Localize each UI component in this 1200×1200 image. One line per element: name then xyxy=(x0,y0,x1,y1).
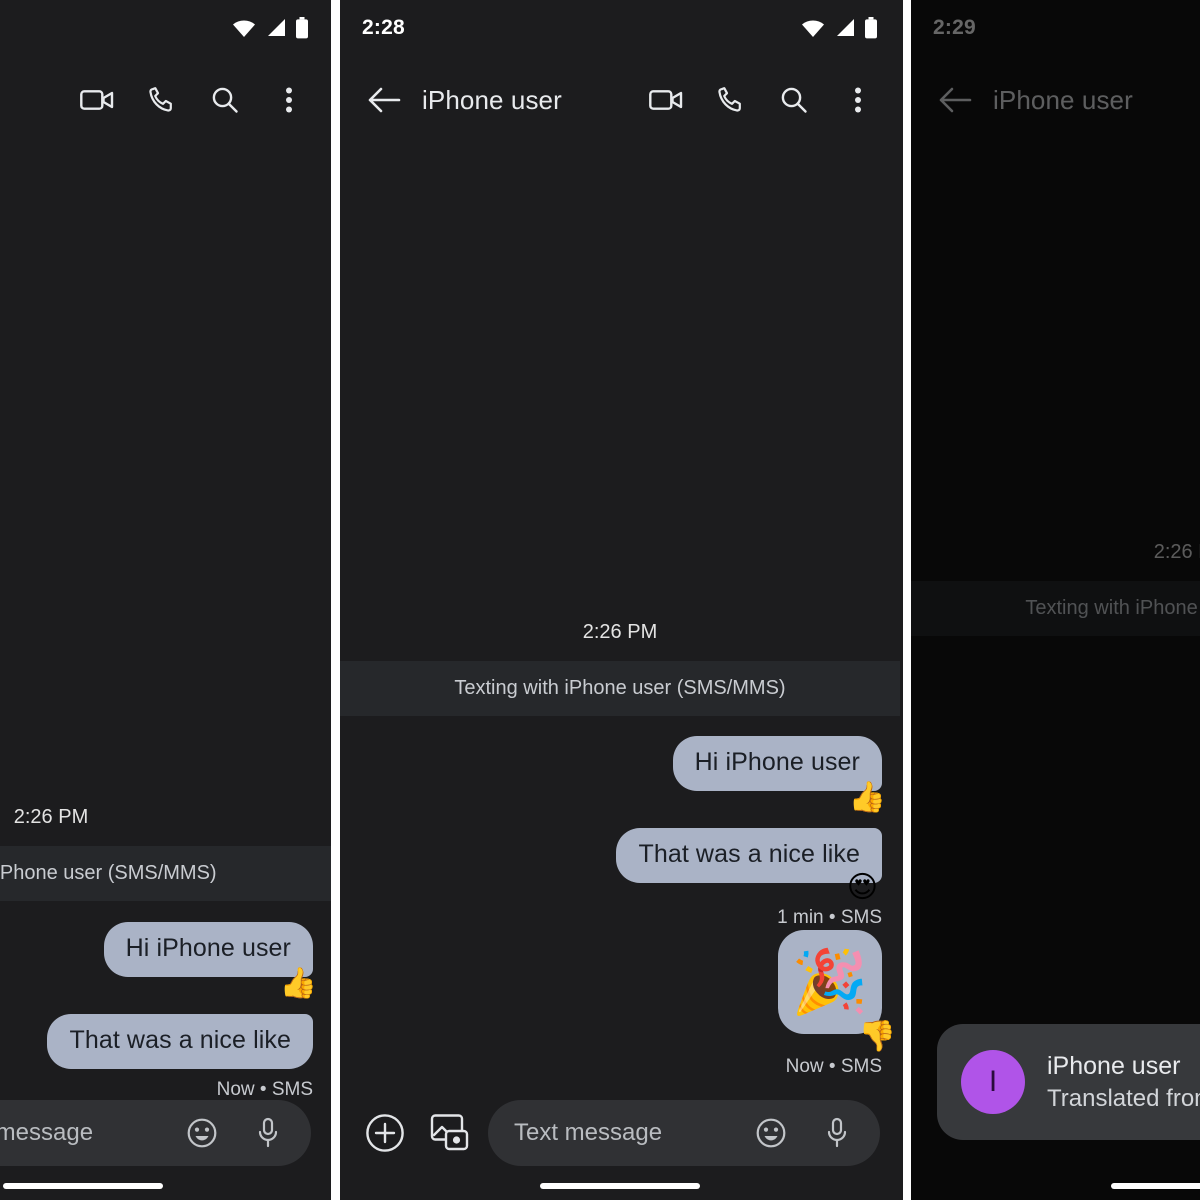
message-thread[interactable]: 2:26 PM Texting with iPhone user (SMS/MM… xyxy=(0,138,331,1100)
phone-panel-left: 2:26 PM Texting with iPhone user (SMS/MM… xyxy=(0,0,331,1200)
voice-call-button[interactable] xyxy=(706,76,754,124)
cellular-icon xyxy=(265,18,287,38)
app-bar xyxy=(0,62,331,138)
avatar: I xyxy=(961,1050,1025,1114)
reaction-emoji[interactable]: 👎 xyxy=(859,1022,896,1052)
message-input-placeholder: Text message xyxy=(0,1119,94,1146)
message-row[interactable]: That was a nice like 😍 1 min • SMS xyxy=(616,828,882,929)
battery-icon xyxy=(295,17,309,39)
emoji-icon[interactable] xyxy=(177,1108,227,1158)
composer-bar[interactable]: Text message xyxy=(0,1100,331,1166)
status-bar xyxy=(0,0,331,56)
day-timestamp: 2:26 PM xyxy=(582,621,658,643)
conversation-title: iPhone user xyxy=(993,84,1133,115)
battery-icon xyxy=(864,17,878,39)
message-input[interactable]: Text message xyxy=(488,1100,880,1166)
status-bar: 2:28 xyxy=(340,0,900,56)
wifi-icon xyxy=(800,18,826,38)
message-meta: 1 min • SMS xyxy=(777,907,882,928)
status-icons xyxy=(231,17,309,39)
reaction-emoji[interactable]: 👍 xyxy=(280,969,317,999)
microphone-icon[interactable] xyxy=(812,1108,862,1158)
message-row[interactable]: 🎉 👎 Now • SMS xyxy=(778,930,896,1078)
app-bar-actions xyxy=(73,76,313,124)
message-meta: Now • SMS xyxy=(216,1079,313,1100)
app-bar-actions xyxy=(642,76,882,124)
navigation-pill xyxy=(540,1183,700,1189)
navigation-pill xyxy=(1111,1183,1200,1189)
app-bar: iPhone user xyxy=(340,62,900,138)
message-row[interactable]: Hi iPhone user 👍 xyxy=(103,922,317,999)
day-timestamp: 2:26 PM xyxy=(13,806,89,828)
video-call-button[interactable] xyxy=(642,76,690,124)
notification-toast[interactable]: I iPhone user Translated from iPhone xyxy=(937,1024,1200,1140)
cellular-icon xyxy=(834,18,856,38)
overflow-menu-button[interactable] xyxy=(265,76,313,124)
add-attachment-icon[interactable] xyxy=(360,1108,410,1158)
message-thread[interactable]: 2:26 PM Texting with iPhone user (SMS/MM… xyxy=(911,138,1200,1100)
notification-text: iPhone user Translated from iPhone xyxy=(1047,1052,1200,1113)
phone-panel-middle: 2:28 iPhone user 2:26 PM Texting with iP… xyxy=(340,0,903,1200)
reaction-emoji[interactable]: 😍 xyxy=(847,873,878,903)
status-icons xyxy=(800,17,878,39)
composer-bar[interactable]: Text message xyxy=(340,1100,900,1166)
wifi-icon xyxy=(231,18,257,38)
sms-banner: Texting with iPhone user (SMS/MMS) xyxy=(340,661,900,716)
panel-divider xyxy=(331,0,340,1200)
dimmed-screen-content: 2:29 iPhone user 2:26 PM Texting with iP… xyxy=(911,0,1200,1200)
navigation-pill xyxy=(3,1183,163,1189)
overflow-menu-button[interactable] xyxy=(834,76,882,124)
notification-title: iPhone user xyxy=(1047,1051,1181,1080)
emoji-icon[interactable] xyxy=(746,1108,796,1158)
sms-banner: Texting with iPhone user (SMS/MMS) xyxy=(0,846,331,901)
status-clock: 2:28 xyxy=(362,16,405,39)
message-thread[interactable]: 2:26 PM Texting with iPhone user (SMS/MM… xyxy=(340,138,900,1100)
back-button[interactable] xyxy=(358,74,410,126)
notification-subtitle: Translated from iPhone xyxy=(1047,1084,1200,1112)
message-bubble[interactable]: That was a nice like xyxy=(47,1014,313,1069)
three-panel-screenshot-composite: 2:26 PM Texting with iPhone user (SMS/MM… xyxy=(0,0,1200,1200)
video-call-button[interactable] xyxy=(73,76,121,124)
message-row[interactable]: That was a nice like Now • SMS xyxy=(47,1014,313,1101)
status-bar: 2:29 xyxy=(911,0,1200,56)
sms-banner: Texting with iPhone user (SMS/MMS) xyxy=(911,581,1200,636)
message-row[interactable]: Hi iPhone user 👍 xyxy=(672,736,886,813)
voice-call-button[interactable] xyxy=(137,76,185,124)
message-meta: Now • SMS xyxy=(785,1056,882,1077)
reaction-emoji[interactable]: 👍 xyxy=(849,783,886,813)
app-bar: iPhone user xyxy=(911,62,1200,138)
conversation-title: iPhone user xyxy=(422,84,562,115)
panel-divider xyxy=(903,0,911,1200)
microphone-icon[interactable] xyxy=(243,1108,293,1158)
message-input[interactable]: Text message xyxy=(0,1100,311,1166)
status-clock: 2:29 xyxy=(933,16,976,39)
message-bubble[interactable]: That was a nice like xyxy=(616,828,882,883)
phone-panel-right: 2:29 iPhone user 2:26 PM Texting with iP… xyxy=(911,0,1200,1200)
gallery-icon[interactable] xyxy=(424,1108,474,1158)
day-timestamp: 2:26 PM xyxy=(1153,541,1200,563)
back-button[interactable] xyxy=(929,74,981,126)
search-button[interactable] xyxy=(770,76,818,124)
search-button[interactable] xyxy=(201,76,249,124)
message-input-placeholder: Text message xyxy=(514,1119,663,1146)
